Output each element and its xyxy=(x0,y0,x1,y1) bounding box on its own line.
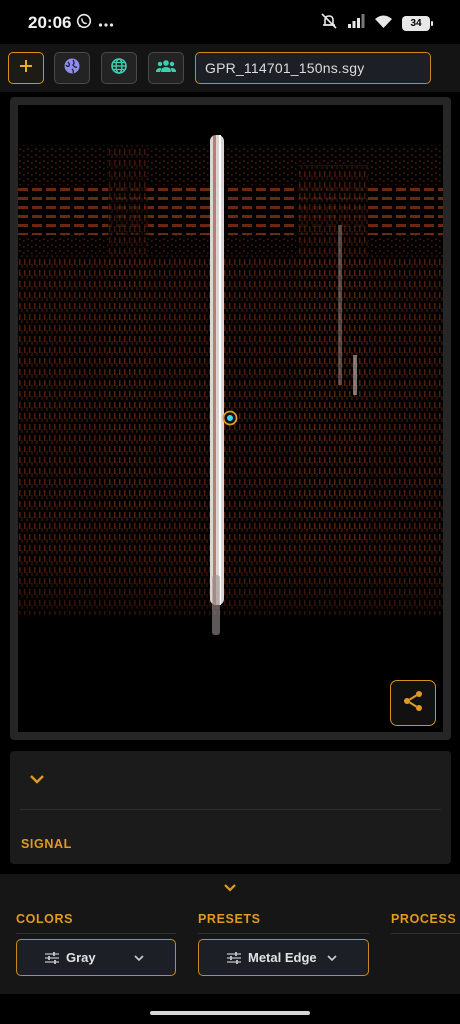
status-bar: 20:06 34 xyxy=(0,0,460,44)
process-group: PROCESS A xyxy=(391,912,460,934)
web-button[interactable] xyxy=(101,52,137,84)
crosshair-marker[interactable] xyxy=(222,410,238,431)
home-indicator[interactable] xyxy=(150,1011,310,1015)
add-icon xyxy=(18,58,34,79)
presets-group: PRESETS Metal Edge xyxy=(198,912,369,976)
share-button[interactable] xyxy=(390,680,436,726)
file-name-field[interactable]: GPR_114701_150ns.sgy xyxy=(195,52,431,84)
map-view-button[interactable] xyxy=(54,52,90,84)
panel-divider xyxy=(20,809,441,810)
divider xyxy=(198,933,369,934)
status-left-icons xyxy=(76,13,114,34)
colors-value: Gray xyxy=(66,950,96,965)
signal-icon xyxy=(347,13,365,34)
add-button[interactable] xyxy=(8,52,44,84)
divider xyxy=(16,933,176,934)
controls-panel: COLORS Gray PRESETS Metal Edge PROCESS xyxy=(0,874,460,994)
chevron-down-icon xyxy=(133,954,145,962)
colors-select[interactable]: Gray xyxy=(16,939,176,976)
sliders-icon xyxy=(227,951,241,964)
system-nav-area xyxy=(0,994,460,1024)
battery-icon: 34 xyxy=(402,16,433,31)
whatsapp-icon xyxy=(76,13,92,34)
presets-title: PRESETS xyxy=(198,912,261,926)
people-icon xyxy=(156,59,176,78)
radargram-canvas[interactable] xyxy=(18,105,443,732)
colors-group: COLORS Gray xyxy=(16,912,176,976)
more-icon xyxy=(98,15,114,33)
viewer-frame xyxy=(10,97,451,740)
status-time: 20:06 xyxy=(28,13,72,32)
wifi-icon xyxy=(374,14,393,34)
presets-select[interactable]: Metal Edge xyxy=(198,939,369,976)
sliders-icon xyxy=(45,951,59,964)
chevron-down-icon[interactable] xyxy=(28,771,46,792)
process-title: PROCESS xyxy=(391,912,457,926)
chevron-down-icon xyxy=(326,954,338,962)
signal-section-title: SIGNAL xyxy=(21,837,72,851)
globe-solid-icon xyxy=(63,57,81,80)
divider xyxy=(391,933,460,934)
globe-grid-icon xyxy=(110,57,128,80)
colors-title: COLORS xyxy=(16,912,74,926)
presets-value: Metal Edge xyxy=(248,950,317,965)
mute-icon xyxy=(320,12,338,35)
toolbar: GPR_114701_150ns.sgy xyxy=(0,44,460,92)
chevron-down-icon[interactable] xyxy=(222,881,238,900)
signal-panel: SIGNAL xyxy=(10,751,451,864)
team-button[interactable] xyxy=(148,52,184,84)
share-icon xyxy=(401,689,425,718)
status-right-icons: 34 xyxy=(320,12,433,35)
